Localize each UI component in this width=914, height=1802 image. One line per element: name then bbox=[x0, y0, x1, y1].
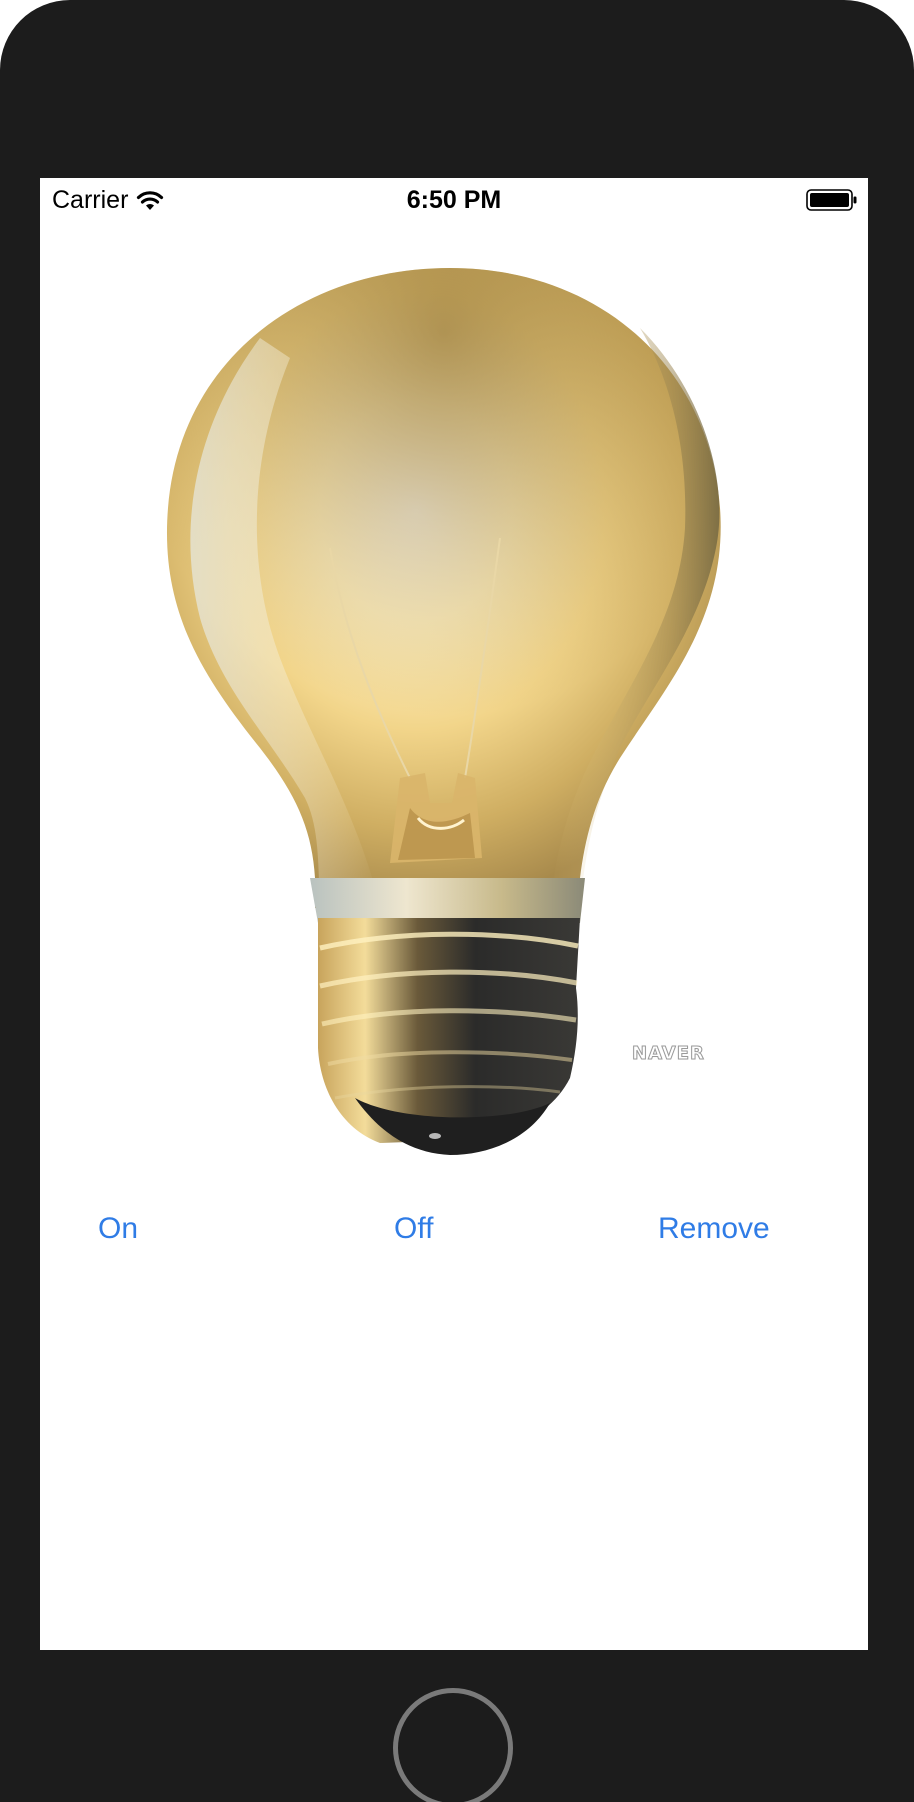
app-screen: Carrier 6:50 PM NAVER On Off Remove bbox=[40, 178, 868, 1650]
lightbulb-image bbox=[166, 268, 721, 1155]
control-buttons: On Off Remove bbox=[40, 1208, 868, 1268]
battery-full-icon bbox=[806, 189, 857, 211]
status-time: 6:50 PM bbox=[406, 186, 502, 214]
on-button[interactable]: On bbox=[90, 1208, 146, 1250]
remove-button[interactable]: Remove bbox=[650, 1208, 778, 1250]
image-watermark: NAVER bbox=[632, 1043, 705, 1065]
corner-artifact bbox=[0, 0, 8, 10]
device-frame: Carrier 6:50 PM NAVER On Off Remove bbox=[0, 0, 914, 1802]
status-bar: Carrier 6:50 PM bbox=[40, 178, 868, 220]
home-button[interactable] bbox=[393, 1688, 513, 1802]
off-button[interactable]: Off bbox=[386, 1208, 441, 1250]
